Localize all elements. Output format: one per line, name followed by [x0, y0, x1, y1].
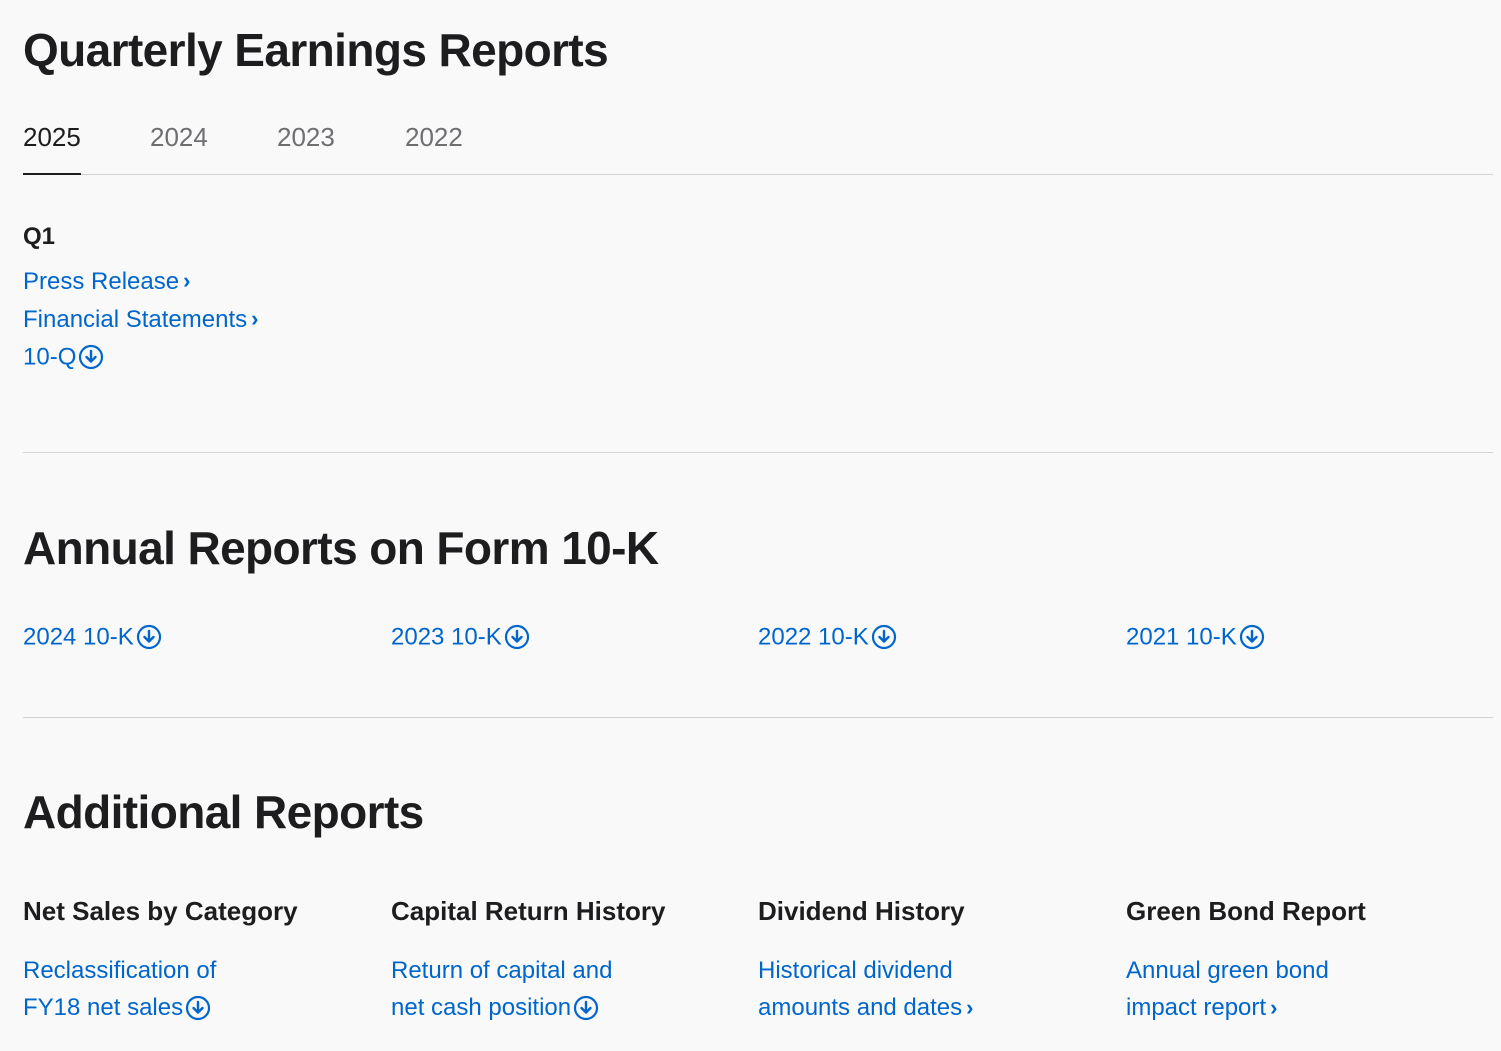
section-divider [23, 452, 1493, 453]
dividend-history-heading: Dividend History [758, 896, 965, 926]
chevron-right-icon: › [966, 995, 974, 1020]
download-icon [1239, 624, 1264, 650]
download-icon [574, 995, 599, 1020]
green-bond-link-line1: Annual green bond [1126, 957, 1329, 984]
financial-statements-label: Financial Statements [23, 306, 248, 333]
green-bond-link[interactable]: Annual green bond impact report › [1126, 952, 1329, 1026]
financial-statements-link[interactable]: Financial Statements › [23, 308, 258, 332]
net-sales-heading: Net Sales by Category [23, 896, 298, 926]
dividend-history-link-line2: amounts and dates [758, 994, 963, 1021]
dividend-history-link-line1: Historical dividend [758, 957, 953, 984]
press-release-label: Press Release [23, 268, 180, 295]
additional-reports-title: Additional Reports [23, 786, 424, 838]
section-divider [23, 717, 1493, 718]
quarterly-reports-title: Quarterly Earnings Reports [23, 24, 609, 76]
tab-2024[interactable]: 2024 [150, 124, 208, 150]
chevron-right-icon: › [183, 268, 191, 293]
annual-report-2024-label: 2024 10-K [23, 623, 134, 651]
annual-report-2023-label: 2023 10-K [391, 623, 502, 651]
tab-2023[interactable]: 2023 [277, 124, 335, 150]
green-bond-heading: Green Bond Report [1126, 896, 1366, 926]
download-icon [871, 624, 896, 650]
year-tabs: 2025 2024 2023 2022 [23, 118, 1493, 175]
annual-report-2022-label: 2022 10-K [758, 623, 869, 651]
capital-return-heading: Capital Return History [391, 896, 666, 926]
download-icon [504, 624, 529, 650]
capital-return-link-line1: Return of capital and [391, 957, 613, 984]
press-release-link[interactable]: Press Release › [23, 270, 190, 294]
ten-q-download-link[interactable]: 10-Q [23, 345, 104, 371]
net-sales-link-line2: FY18 net sales [23, 994, 184, 1021]
download-icon [136, 624, 161, 650]
annual-report-2021-link[interactable]: 2021 10-K [1126, 625, 1265, 651]
net-sales-link-line1: Reclassification of [23, 957, 217, 984]
capital-return-download-link[interactable]: Return of capital and net cash position [391, 952, 612, 1026]
annual-reports-title: Annual Reports on Form 10-K [23, 522, 659, 574]
chevron-right-icon: › [251, 306, 259, 331]
net-sales-download-link[interactable]: Reclassification of FY18 net sales [23, 952, 216, 1026]
annual-report-2022-link[interactable]: 2022 10-K [758, 625, 897, 651]
chevron-right-icon: › [1270, 995, 1278, 1020]
capital-return-link-line2: net cash position [391, 994, 572, 1021]
download-icon [79, 344, 104, 370]
tab-2022[interactable]: 2022 [405, 124, 463, 150]
annual-report-2024-link[interactable]: 2024 10-K [23, 625, 162, 651]
quarter-heading: Q1 [23, 223, 56, 250]
download-icon [185, 995, 211, 1020]
green-bond-link-line2: impact report [1126, 994, 1267, 1021]
dividend-history-link[interactable]: Historical dividend amounts and dates › [758, 952, 973, 1026]
tab-2025[interactable]: 2025 [23, 124, 81, 175]
annual-report-2023-link[interactable]: 2023 10-K [391, 625, 530, 651]
annual-report-2021-label: 2021 10-K [1126, 623, 1237, 651]
ten-q-label: 10-Q [23, 343, 77, 371]
